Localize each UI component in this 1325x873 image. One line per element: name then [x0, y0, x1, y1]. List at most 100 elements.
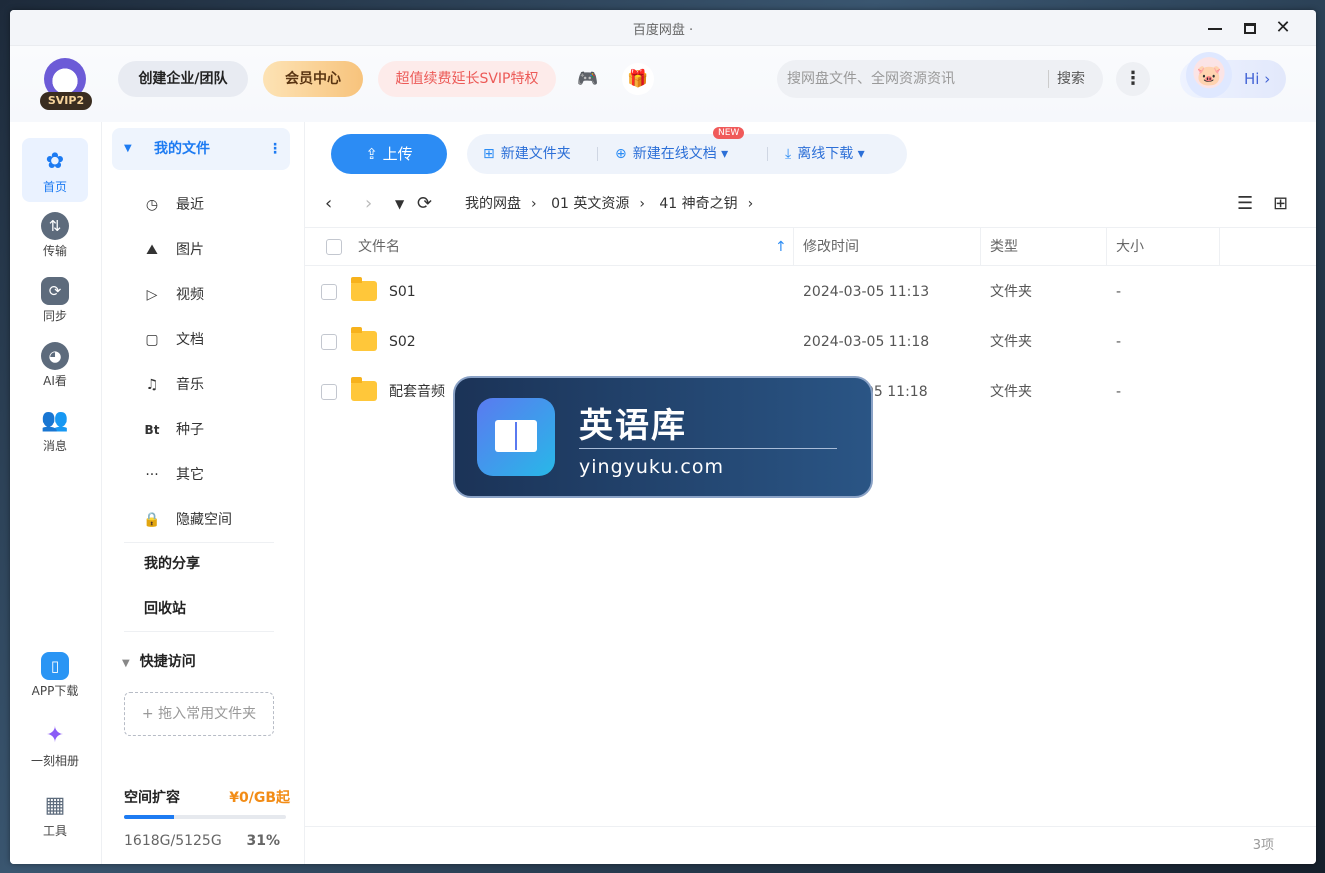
breadcrumb-item[interactable]: 我的网盘 [465, 196, 521, 212]
file-modified: 2024-03-05 11:18 [803, 334, 930, 350]
vip-center-button[interactable]: 会员中心 [263, 61, 363, 97]
sidebar-item-music[interactable]: ♫ 音乐 [142, 370, 204, 400]
user-profile-button[interactable]: 🐷 Hi › [1180, 52, 1286, 98]
lock-icon: 🔒 [143, 512, 161, 528]
svip-promo-button[interactable]: 超值续费延长SVIP特权 [378, 61, 556, 97]
history-dropdown-icon[interactable]: ▼ [395, 184, 404, 224]
close-icon: ✕ [1275, 17, 1291, 38]
sidebar-item-videos[interactable]: ▷ 视频 [142, 280, 204, 310]
breadcrumb-separator-icon: › [747, 196, 754, 212]
drop-folder-zone[interactable]: + 拖入常用文件夹 [124, 692, 274, 736]
table-row[interactable]: S01 2024-03-05 11:13 文件夹 - [305, 267, 1316, 317]
expand-triangle-icon: ▼ [124, 143, 132, 154]
file-name[interactable]: S01 [389, 267, 416, 317]
top-header: SVIP2 创建企业/团队 会员中心 超值续费延长SVIP特权 🎮 🎁 搜索 ⋮… [10, 46, 1316, 122]
sidebar-item-other[interactable]: ··· 其它 [142, 460, 204, 490]
folder-icon [351, 277, 377, 301]
close-button[interactable]: ✕ [1271, 17, 1295, 39]
offline-download-button[interactable]: ⤓ 离线下载 ▾ [785, 134, 865, 174]
search-button[interactable]: 搜索 [1057, 60, 1085, 98]
ai-icon: ◕ [41, 342, 69, 370]
dropdown-arrow-icon: ▾ [716, 146, 729, 162]
refresh-icon[interactable]: ⟳ [417, 184, 432, 224]
storage-panel[interactable]: 空间扩容 ¥0/GB起 1618G/5125G 31% [124, 787, 290, 849]
file-type: 文件夹 [990, 384, 1032, 400]
select-all-checkbox[interactable] [326, 239, 342, 255]
breadcrumb-item[interactable]: 41 神奇之钥 [659, 196, 737, 212]
maximize-button[interactable] [1238, 17, 1262, 39]
collapse-triangle-icon: ▼ [122, 658, 130, 669]
rail-item-tools[interactable]: ▦ 工具 [22, 782, 88, 846]
sidebar-item-label: 音乐 [176, 377, 204, 393]
column-divider [793, 228, 794, 266]
sidebar-divider [124, 631, 274, 632]
row-checkbox[interactable] [321, 334, 337, 350]
upload-button[interactable]: ⇪ 上传 [331, 134, 447, 174]
sidebar-item-recycle-bin[interactable]: 回收站 [144, 594, 186, 624]
sort-arrow-up-icon[interactable]: ↑ [775, 228, 787, 266]
tools-icon: ▦ [44, 793, 66, 818]
rail-item-home[interactable]: ✿ 首页 [22, 138, 88, 202]
grid-view-icon[interactable]: ⊞ [1273, 184, 1288, 224]
sidebar-item-recent[interactable]: ◷ 最近 [142, 190, 204, 220]
new-folder-button[interactable]: ⊞ 新建文件夹 [483, 134, 571, 174]
create-team-button[interactable]: 创建企业/团队 [118, 61, 248, 97]
rail-item-messages[interactable]: 👥 消息 [22, 397, 88, 461]
new-folder-icon: ⊞ [483, 146, 495, 162]
column-header-modified[interactable]: 修改时间 [803, 228, 859, 266]
gift-icon[interactable]: 🎁 [622, 63, 654, 95]
sidebar-item-my-files[interactable]: ▼ 我的文件 ⋮ [112, 128, 290, 170]
file-name[interactable]: 配套音频 [389, 367, 445, 417]
search-box: 搜索 [777, 60, 1103, 98]
file-modified: 05 11:18 [865, 384, 928, 400]
sidebar-item-label: 其它 [176, 467, 204, 483]
column-divider [1219, 228, 1220, 266]
sidebar-item-my-share[interactable]: 我的分享 [144, 549, 200, 579]
rail-label: 消息 [42, 439, 67, 453]
sidebar-divider [124, 542, 274, 543]
dropdown-arrow-icon: ▾ [853, 146, 865, 162]
new-online-doc-button[interactable]: ⊕ 新建在线文档 ▾ [615, 134, 728, 174]
forward-arrow-icon[interactable]: › [365, 184, 372, 224]
table-row[interactable]: S02 2024-03-05 11:18 文件夹 - [305, 317, 1316, 367]
search-input[interactable] [787, 60, 1047, 98]
sort-icon[interactable]: ☰ [1237, 184, 1253, 224]
storage-usage-text: 1618G/5125G [124, 833, 222, 849]
rail-item-transfer[interactable]: ⇅ 传输 [22, 202, 88, 266]
breadcrumb: 我的网盘 › 01 英文资源 › 41 神奇之钥 › [465, 184, 763, 224]
quick-access-header[interactable]: ▼ 快捷访问 [122, 647, 196, 679]
sidebar-item-hidden-space[interactable]: 🔒 隐藏空间 [142, 505, 232, 535]
new-folder-label: 新建文件夹 [500, 146, 571, 162]
breadcrumb-item[interactable]: 01 英文资源 [551, 196, 629, 212]
column-header-type[interactable]: 类型 [990, 228, 1018, 266]
column-header-name[interactable]: 文件名 [358, 228, 400, 266]
back-arrow-icon[interactable]: ‹ [325, 184, 332, 224]
kebab-icon: ⋮ [1124, 68, 1142, 89]
phone-icon: ▯ [41, 652, 69, 680]
more-options-icon[interactable]: ⋮ [268, 128, 282, 170]
column-divider [1106, 228, 1107, 266]
gamepad-icon[interactable]: 🎮 [572, 63, 604, 95]
maximize-icon [1244, 23, 1256, 34]
sidebar-item-label: 图片 [176, 242, 204, 258]
rail-item-ai[interactable]: ◕ AI看 [22, 332, 88, 396]
column-header-size[interactable]: 大小 [1116, 228, 1144, 266]
rail-item-app-download[interactable]: ▯ APP下载 [22, 642, 88, 706]
more-menu-button[interactable]: ⋮ [1116, 62, 1150, 96]
svip-avatar[interactable]: SVIP2 [40, 58, 92, 110]
storage-percent: 31% [246, 833, 280, 849]
row-checkbox[interactable] [321, 384, 337, 400]
minimize-button[interactable] [1203, 17, 1227, 39]
row-checkbox[interactable] [321, 284, 337, 300]
rail-item-album[interactable]: ✦ 一刻相册 [22, 712, 88, 776]
file-name[interactable]: S02 [389, 317, 416, 367]
sidebar-item-torrents[interactable]: Bt 种子 [142, 415, 204, 445]
sidebar-item-images[interactable]: ⛰ 图片 [142, 235, 204, 265]
sidebar-item-documents[interactable]: ▢ 文档 [142, 325, 204, 355]
sidebar-item-label: 种子 [176, 422, 204, 438]
minimize-icon [1208, 27, 1222, 30]
new-online-doc-label: 新建在线文档 [632, 146, 717, 162]
rail-item-sync[interactable]: ⟳ 同步 [22, 267, 88, 331]
torrent-icon: Bt [144, 423, 160, 437]
book-logo-icon [477, 398, 555, 476]
